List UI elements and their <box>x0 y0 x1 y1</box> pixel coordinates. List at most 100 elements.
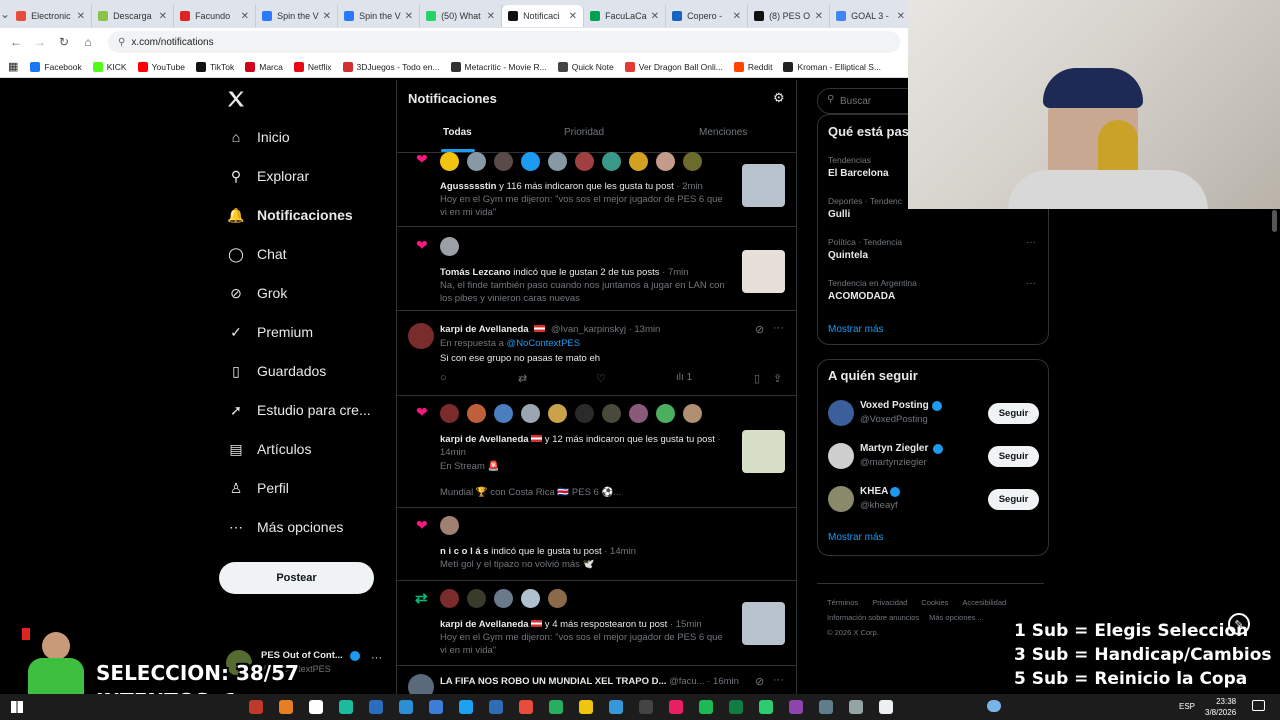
tab-list-chevron-icon[interactable]: ⌄ <box>0 7 10 21</box>
bookmark-item[interactable]: TikTok <box>196 61 234 72</box>
browser-tab[interactable]: Descarga ✕ <box>92 5 175 27</box>
taskbar-app-icon[interactable] <box>279 700 293 714</box>
taskbar-app-icon[interactable] <box>729 700 743 714</box>
footer-link[interactable]: Más opciones ... <box>929 613 984 622</box>
site-info-icon[interactable]: ⚲ <box>118 37 125 48</box>
sidebar-item-artículos[interactable]: ▤ Artículos <box>228 441 311 458</box>
close-tab-icon[interactable]: ✕ <box>487 11 495 22</box>
sidebar-item-notificaciones[interactable]: 🔔 Notificaciones <box>227 207 352 224</box>
sidebar-item-grok[interactable]: ⊘ Grok <box>228 285 287 302</box>
like-icon[interactable]: ♡ <box>596 372 606 385</box>
taskbar-app-icon[interactable] <box>609 700 623 714</box>
post-thumbnail[interactable] <box>742 164 785 207</box>
taskbar-app-icon[interactable] <box>639 700 653 714</box>
follow-button[interactable]: Seguir <box>988 403 1039 424</box>
footer-link[interactable]: Términos <box>827 598 858 607</box>
taskbar-app-icon[interactable] <box>339 700 353 714</box>
taskbar-app-icon[interactable] <box>549 700 563 714</box>
taskbar-app-icon[interactable] <box>309 700 323 714</box>
sidebar-item-estudio[interactable]: ➚ Estudio para cre... <box>228 402 371 419</box>
close-tab-icon[interactable]: ✕ <box>77 11 85 22</box>
follow-suggestion[interactable]: Voxed Posting @VoxedPosting Seguir <box>818 400 1050 430</box>
browser-tab[interactable]: Facundo ✕ <box>174 5 257 27</box>
close-tab-icon[interactable]: ✕ <box>405 11 413 22</box>
bookmark-item[interactable]: Kroman - Elliptical S... <box>783 61 881 72</box>
settings-gear-icon[interactable]: ⚙ <box>773 90 785 106</box>
more-dots-icon[interactable]: ··· <box>371 652 382 664</box>
more-dots-icon[interactable]: ··· <box>773 674 784 686</box>
browser-tab[interactable]: FacuLaCa ✕ <box>584 5 667 27</box>
actor-name[interactable]: Agussssstin <box>440 181 497 192</box>
windows-start-icon[interactable] <box>11 701 23 713</box>
browser-tab[interactable]: Electronic ✕ <box>10 5 93 27</box>
close-tab-icon[interactable]: ✕ <box>897 11 905 22</box>
browser-tab[interactable]: Spin the V ✕ <box>338 5 421 27</box>
bookmark-item[interactable]: YouTube <box>137 61 185 72</box>
taskbar-app-icon[interactable] <box>489 700 503 714</box>
actor-name[interactable]: Tomás Lezcano <box>440 267 511 278</box>
reply-icon[interactable]: ○ <box>440 372 447 384</box>
trend-item[interactable]: Tendencia en Argentina ACOMODADA ··· <box>828 278 1040 302</box>
back-icon[interactable]: ← <box>4 35 28 49</box>
post-button[interactable]: Postear <box>219 562 374 594</box>
browser-tab[interactable]: (8) PES O ✕ <box>748 5 831 27</box>
notifications-center-icon[interactable] <box>1252 700 1265 711</box>
close-tab-icon[interactable]: ✕ <box>815 11 823 22</box>
bookmark-item[interactable]: 3DJuegos - Todo en... <box>342 61 440 72</box>
footer-link[interactable]: Privacidad <box>872 598 907 607</box>
follow-suggestion[interactable]: Martyn Ziegler @martynziegler Seguir <box>818 443 1050 473</box>
taskbar-app-icon[interactable] <box>849 700 863 714</box>
actor-name[interactable]: n i c o l á s <box>440 546 489 557</box>
sidebar-item-guardados[interactable]: ▯ Guardados <box>228 363 326 380</box>
bookmark-item[interactable]: Reddit <box>733 61 772 72</box>
reply-to-link[interactable]: @NoContextPES <box>507 338 581 349</box>
close-tab-icon[interactable]: ✕ <box>323 11 331 22</box>
show-more-link[interactable]: Mostrar más <box>828 324 884 335</box>
tab-todas[interactable]: Todas <box>443 127 472 138</box>
tab-menciones[interactable]: Menciones <box>699 127 747 138</box>
author-name[interactable]: LA FIFA NOS ROBO UN MUNDIAL XEL TRAPO D.… <box>440 676 666 687</box>
post-thumbnail[interactable] <box>742 250 785 293</box>
post-thumbnail[interactable] <box>742 602 785 645</box>
bookmark-item[interactable]: Quick Note <box>557 61 614 72</box>
home-page-icon[interactable]: ⌂ <box>76 35 100 49</box>
close-tab-icon[interactable]: ✕ <box>159 11 167 22</box>
share-icon[interactable]: ⇪ <box>773 372 782 385</box>
taskbar-app-icon[interactable] <box>759 700 773 714</box>
taskbar-app-icon[interactable] <box>879 700 893 714</box>
browser-tab[interactable]: GOAL 3 - ✕ <box>830 5 913 27</box>
trend-item[interactable]: Política · Tendencia Quintela ··· <box>828 237 1040 261</box>
bookmark-item[interactable]: Facebook <box>30 61 82 72</box>
apps-grid-icon[interactable]: ▦ <box>8 60 18 73</box>
more-dots-icon[interactable]: ··· <box>773 322 784 334</box>
browser-tab[interactable]: Notificaci ✕ <box>502 5 585 27</box>
close-tab-icon[interactable]: ✕ <box>651 11 659 22</box>
follow-button[interactable]: Seguir <box>988 446 1039 467</box>
sidebar-item-inicio[interactable]: ⌂ Inicio <box>228 129 290 145</box>
close-tab-icon[interactable]: ✕ <box>733 11 741 22</box>
views-icon[interactable]: ılı 1 <box>676 372 692 383</box>
language-indicator[interactable]: ESP <box>1179 702 1195 711</box>
bookmark-item[interactable]: Netflix <box>293 61 332 72</box>
repost-icon[interactable]: ⇄ <box>518 372 527 385</box>
forward-icon[interactable]: → <box>28 35 52 49</box>
footer-link[interactable]: Información sobre anuncios <box>827 613 919 622</box>
x-logo-icon[interactable] <box>226 89 246 109</box>
scrollbar[interactable] <box>1272 210 1277 232</box>
bookmark-item[interactable]: Metacritic - Movie R... <box>450 61 547 72</box>
actor-name[interactable]: karpi de Avellaneda <box>440 434 529 445</box>
more-dots-icon[interactable]: ··· <box>1026 237 1036 248</box>
show-more-link[interactable]: Mostrar más <box>828 532 884 543</box>
weather-icon[interactable] <box>987 700 1001 712</box>
actor-name[interactable]: karpi de Avellaneda <box>440 619 529 630</box>
sidebar-item-más[interactable]: ⋯ Más opciones <box>228 519 343 536</box>
footer-link[interactable]: Cookies <box>921 598 948 607</box>
author-handle[interactable]: @Ivan_karpinskyj <box>551 324 626 335</box>
clock[interactable]: 23:38 3/8/2026 <box>1205 696 1236 718</box>
search-input[interactable]: Buscar <box>840 96 871 107</box>
url-input[interactable]: ⚲ x.com/notifications <box>108 31 900 53</box>
grok-icon[interactable]: ⊘ <box>755 323 764 336</box>
bookmark-item[interactable]: Ver Dragon Ball Onli... <box>624 61 723 72</box>
taskbar-app-icon[interactable] <box>369 700 383 714</box>
taskbar-app-icon[interactable] <box>669 700 683 714</box>
